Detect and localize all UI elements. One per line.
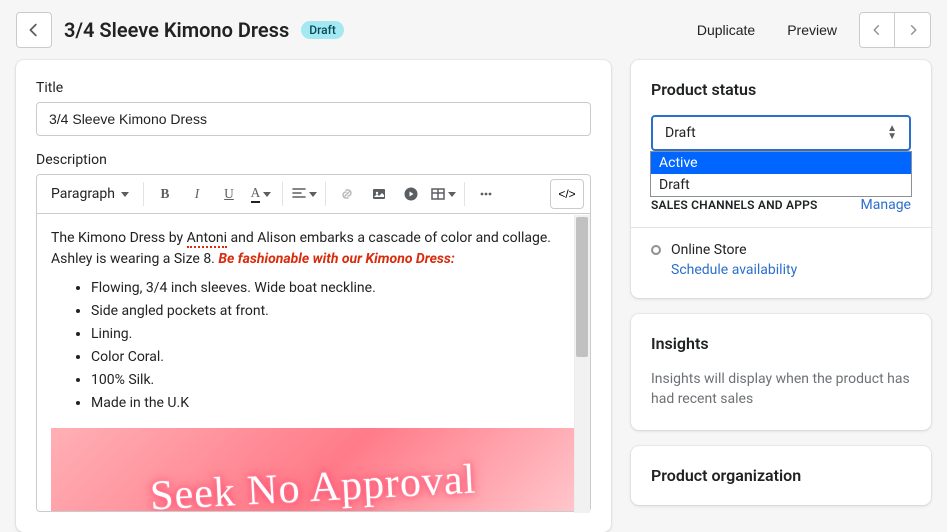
underline-button[interactable]: U [214,179,244,209]
status-dot-icon [651,245,661,255]
image-icon [371,186,387,202]
html-button[interactable]: </> [550,179,584,209]
channel-row: Online Store [651,242,911,258]
product-image: Seek No Approval [51,428,576,512]
link-icon [339,186,355,202]
video-button[interactable] [396,179,426,209]
list-item: 100% Silk. [91,370,576,391]
status-heading: Product status [651,80,911,99]
link-button[interactable] [332,179,362,209]
rte-body[interactable]: The Kimono Dress by Antoni and Alison em… [36,214,591,512]
organization-heading: Product organization [651,466,911,485]
chevron-down-icon [263,192,271,197]
list-item: Flowing, 3/4 inch sleeves. Wide boat nec… [91,278,576,299]
insights-heading: Insights [651,334,911,353]
pager [859,12,931,48]
list-item: Side angled pockets at front. [91,301,576,322]
list-item: Color Coral. [91,347,576,368]
table-button[interactable] [428,179,458,209]
scrollbar-thumb[interactable] [576,217,588,357]
paragraph-style-select[interactable]: Paragraph [43,180,137,208]
insights-body: Insights will display when the product h… [651,369,911,410]
insights-card: Insights Insights will display when the … [631,314,931,430]
manage-channels-link[interactable]: Manage [861,197,911,213]
image-button[interactable] [364,179,394,209]
channel-name: Online Store [671,242,747,258]
chevron-down-icon [121,192,129,197]
prev-product-button[interactable] [859,12,895,48]
duplicate-button[interactable]: Duplicate [687,14,765,46]
status-badge: Draft [301,21,344,39]
status-select-value: Draft [665,125,696,141]
paragraph-style-label: Paragraph [51,186,115,202]
channels-label: SALES CHANNELS AND APPS [651,198,818,212]
status-option-active[interactable]: Active [651,152,911,174]
chevron-left-icon [870,23,884,37]
dots-horizontal-icon [478,186,494,202]
chevron-down-icon [309,192,317,197]
title-input[interactable] [36,102,591,136]
table-icon [430,186,446,202]
title-label: Title [36,80,591,96]
align-left-icon [291,186,307,202]
rte-paragraph: The Kimono Dress by Antoni and Alison em… [51,228,576,270]
bold-button[interactable]: B [150,179,180,209]
topbar: 3/4 Sleeve Kimono Dress Draft Duplicate … [0,0,947,60]
feature-list: Flowing, 3/4 inch sleeves. Wide boat nec… [91,278,576,414]
select-caret-icon: ▲▼ [887,125,897,141]
preview-button[interactable]: Preview [777,14,847,46]
back-button[interactable] [16,12,52,48]
product-status-card: Product status Draft ▲▼ Active Draft SAL… [631,60,931,298]
list-item: Made in the U.K [91,393,576,414]
chevron-right-icon [906,23,920,37]
product-details-card: Title Description Paragraph B I U A [16,60,611,532]
rte-toolbar: Paragraph B I U A [36,174,591,214]
neon-text: Seek No Approval [149,448,478,512]
arrow-left-icon [25,21,43,39]
schedule-availability-link[interactable]: Schedule availability [671,262,797,278]
tagline: Be fashionable with our Kimono Dress: [218,251,454,267]
list-item: Lining. [91,324,576,345]
play-circle-icon [403,186,419,202]
scrollbar[interactable] [574,215,590,513]
text-color-button[interactable]: A [246,179,276,209]
product-organization-card: Product organization [631,446,931,505]
spellcheck-word: Antoni [187,230,227,248]
next-product-button[interactable] [895,12,931,48]
align-button[interactable] [289,179,319,209]
description-label: Description [36,152,591,168]
status-dropdown: Active Draft [650,151,912,197]
status-select[interactable]: Draft ▲▼ [651,115,911,151]
more-button[interactable] [471,179,501,209]
italic-button[interactable]: I [182,179,212,209]
page-title: 3/4 Sleeve Kimono Dress [64,18,289,42]
status-option-draft[interactable]: Draft [651,174,911,196]
chevron-down-icon [448,192,456,197]
